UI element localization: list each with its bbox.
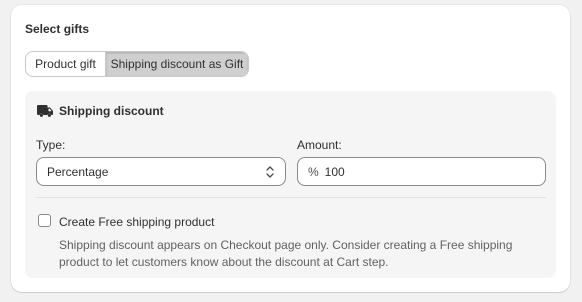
shipping-discount-panel: Shipping discount Type: Amount: Percenta… [25,91,556,278]
type-label: Type: [36,138,66,152]
amount-value: 100 [324,164,345,179]
amount-label: Amount: [297,138,342,152]
shipping-discount-heading: Shipping discount [37,104,164,118]
type-select[interactable]: Percentage [36,157,286,186]
free-shipping-product-checkbox[interactable] [38,214,51,227]
select-gifts-card: Select gifts Product gift Shipping disco… [11,5,570,292]
card-title: Select gifts [25,22,90,36]
amount-prefix: % [308,164,319,179]
divider [36,197,546,198]
tab-shipping-discount-gift[interactable]: Shipping discount as Gift [106,52,248,76]
truck-icon [37,105,53,117]
amount-field[interactable]: % 100 [297,157,546,186]
tab-product-gift[interactable]: Product gift [26,52,106,76]
select-chevron-icon [265,165,275,179]
type-select-value: Percentage [47,164,109,179]
gift-type-segmented-control: Product gift Shipping discount as Gift [25,51,249,77]
help-text: Shipping discount appears on Checkout pa… [59,238,513,269]
shipping-discount-title: Shipping discount [59,104,164,118]
free-shipping-product-label[interactable]: Create Free shipping product [59,215,214,229]
